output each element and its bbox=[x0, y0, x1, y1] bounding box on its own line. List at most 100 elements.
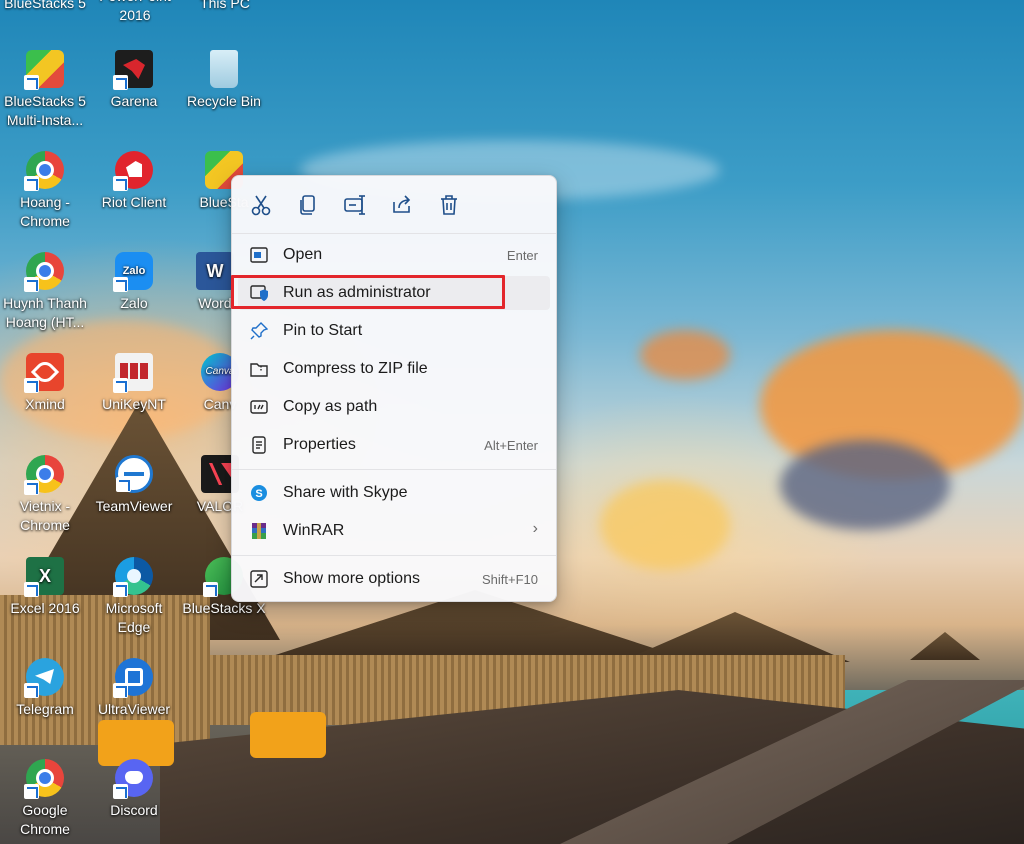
menu-item-shortcut: Alt+Enter bbox=[484, 438, 538, 453]
context-menu-toolbar bbox=[232, 176, 556, 232]
cloud bbox=[640, 330, 730, 380]
desktop-icon-label: Huynh Thanh Hoang (HT... bbox=[3, 295, 87, 330]
menu-item-share-with-skype[interactable]: S Share with Skype bbox=[238, 476, 550, 510]
highlight-box bbox=[231, 275, 505, 309]
svg-text:S: S bbox=[255, 488, 262, 500]
rename-icon[interactable] bbox=[342, 192, 368, 218]
desktop-icon-bluestacks-multi[interactable]: BlueStacks 5 Multi-Insta... bbox=[0, 50, 90, 130]
teamviewer-icon bbox=[115, 455, 153, 493]
path-icon bbox=[250, 398, 268, 416]
open-icon bbox=[250, 246, 268, 264]
desktop-icon-google-chrome[interactable]: Google Chrome bbox=[0, 759, 90, 839]
menu-item-label: Show more options bbox=[283, 570, 420, 587]
edge-icon bbox=[113, 557, 153, 597]
menu-item-label: Share with Skype bbox=[283, 484, 408, 501]
shortcut-arrow-icon bbox=[113, 683, 128, 698]
desktop-icon-garena[interactable]: Garena bbox=[89, 50, 179, 111]
delete-icon[interactable] bbox=[436, 192, 462, 218]
context-menu: Open Enter Run as administrator Pin to S… bbox=[231, 175, 557, 602]
desktop-icon-label: Vietnix - Chrome bbox=[19, 498, 71, 533]
desktop-icon-label: Discord bbox=[110, 802, 158, 818]
menu-item-label: Copy as path bbox=[283, 398, 378, 415]
menu-item-compress-zip[interactable]: Compress to ZIP file bbox=[238, 352, 550, 386]
desktop-icon-label: Garena bbox=[110, 93, 158, 109]
chrome-icon bbox=[24, 759, 64, 799]
more-options-icon bbox=[250, 570, 268, 588]
shortcut-arrow-icon bbox=[113, 277, 128, 292]
menu-separator bbox=[232, 555, 556, 556]
telegram-icon bbox=[24, 658, 64, 698]
shortcut-arrow-icon bbox=[24, 378, 39, 393]
shortcut-arrow-icon bbox=[113, 784, 128, 799]
desktop-icon-telegram[interactable]: Telegram bbox=[0, 658, 90, 719]
chrome-icon bbox=[24, 455, 64, 495]
shortcut-arrow-icon bbox=[24, 75, 39, 90]
desktop-icon-recycle-bin[interactable]: Recycle Bin bbox=[179, 50, 269, 111]
shortcut-arrow-icon bbox=[24, 582, 39, 597]
zalo-icon: Zalo bbox=[113, 252, 153, 292]
desktop-icon-vietnix-chrome[interactable]: Vietnix - Chrome bbox=[0, 455, 90, 535]
desktop-icon-ultraviewer[interactable]: UltraViewer bbox=[89, 658, 179, 719]
shortcut-arrow-icon bbox=[24, 277, 39, 292]
shortcut-arrow-icon bbox=[113, 582, 128, 597]
desktop-icon-unikey[interactable]: UniKeyNT bbox=[89, 353, 179, 414]
bluestacks-multi-icon bbox=[24, 50, 64, 90]
shortcut-arrow-icon bbox=[24, 784, 39, 799]
zip-folder-icon bbox=[250, 360, 268, 378]
desktop-icon-label: Xmind bbox=[25, 396, 65, 412]
cut-icon[interactable] bbox=[248, 192, 274, 218]
desktop-icon-teamviewer[interactable]: TeamViewer bbox=[89, 455, 179, 516]
desktop-icon-excel[interactable]: X Excel 2016 bbox=[0, 557, 90, 618]
unikey-icon bbox=[113, 353, 153, 393]
menu-item-pin-to-start[interactable]: Pin to Start bbox=[238, 314, 550, 348]
cloud bbox=[600, 480, 730, 570]
shortcut-arrow-icon bbox=[113, 75, 128, 90]
xmind-icon bbox=[24, 353, 64, 393]
excel-icon: X bbox=[24, 557, 64, 597]
menu-item-shortcut: Shift+F10 bbox=[481, 572, 538, 587]
properties-icon bbox=[250, 436, 268, 454]
desktop-icon-label: TeamViewer bbox=[95, 498, 173, 514]
word-icon: W bbox=[196, 252, 234, 290]
desktop-icon-discord[interactable]: Discord bbox=[89, 759, 179, 820]
riot-client-icon bbox=[113, 151, 153, 191]
menu-item-label: Open bbox=[283, 246, 323, 263]
menu-item-show-more-options[interactable]: Show more options Shift+F10 bbox=[238, 562, 550, 596]
menu-item-open[interactable]: Open Enter bbox=[238, 238, 550, 272]
desktop-icon-riot-client[interactable]: Riot Client bbox=[89, 151, 179, 212]
menu-item-winrar[interactable]: WinRAR › bbox=[238, 514, 550, 548]
desktop-icon-label[interactable]: This PC bbox=[180, 0, 270, 13]
desktop-icon-label: Zalo bbox=[120, 295, 148, 311]
shortcut-arrow-icon bbox=[24, 176, 39, 191]
share-icon[interactable] bbox=[389, 192, 415, 218]
desktop-icon-label: Microsoft Edge bbox=[105, 600, 163, 635]
menu-item-label: Compress to ZIP file bbox=[283, 360, 428, 377]
winrar-icon bbox=[250, 522, 268, 540]
menu-separator bbox=[232, 233, 556, 234]
discord-icon bbox=[113, 759, 153, 799]
shortcut-arrow-icon bbox=[203, 582, 218, 597]
chrome-icon bbox=[24, 151, 64, 191]
menu-item-shortcut: Enter bbox=[506, 248, 538, 263]
desktop-icon-hoang-chrome[interactable]: Hoang - Chrome bbox=[0, 151, 90, 231]
menu-item-properties[interactable]: Properties Alt+Enter bbox=[238, 428, 550, 462]
menu-item-label: Pin to Start bbox=[283, 322, 363, 339]
cloud bbox=[780, 440, 950, 530]
menu-item-copy-as-path[interactable]: Copy as path bbox=[238, 390, 550, 424]
desktop-icon-huynh-chrome[interactable]: Huynh Thanh Hoang (HT... bbox=[0, 252, 90, 332]
desktop-icon-label: UltraViewer bbox=[97, 701, 171, 717]
chair bbox=[250, 712, 326, 758]
desktop-icon-label: Riot Client bbox=[101, 194, 167, 210]
desktop-icon-zalo[interactable]: Zalo Zalo bbox=[89, 252, 179, 313]
desktop-icon-label: Hoang - Chrome bbox=[20, 194, 70, 229]
desktop-icon-edge[interactable]: Microsoft Edge bbox=[89, 557, 179, 637]
desktop-icon-label: Recycle Bin bbox=[187, 93, 261, 109]
desktop-icon-xmind[interactable]: Xmind bbox=[0, 353, 90, 414]
pin-icon bbox=[250, 322, 269, 340]
desktop-icon-label[interactable]: PowerPoint 2016 bbox=[90, 0, 180, 25]
desktop-icon-label: Google Chrome bbox=[20, 802, 70, 837]
garena-icon bbox=[113, 50, 153, 90]
desktop-icon-label: UniKeyNT bbox=[102, 396, 166, 412]
copy-icon[interactable] bbox=[295, 192, 321, 218]
desktop-icon-label[interactable]: BlueStacks 5 bbox=[0, 0, 90, 13]
